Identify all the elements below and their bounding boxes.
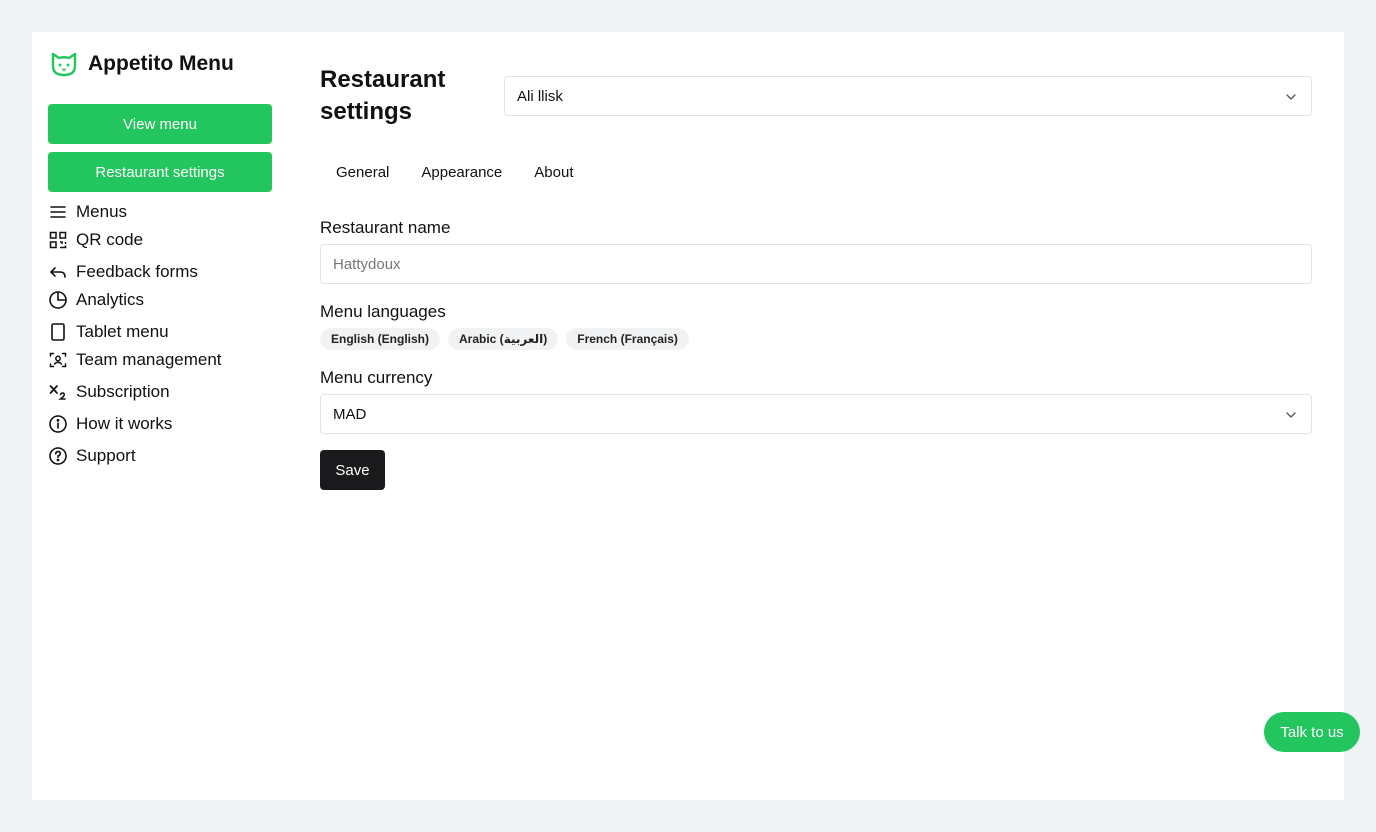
- app-card: Appetito Menu View menu Restaurant setti…: [32, 32, 1344, 800]
- settings-tabs: General Appearance About: [320, 156, 589, 188]
- brand-name: Appetito Menu: [88, 52, 234, 75]
- view-menu-button[interactable]: View menu: [48, 104, 272, 144]
- sidebar-item-feedback-forms[interactable]: Feedback forms: [48, 258, 198, 286]
- sidebar-item-label: Feedback forms: [76, 262, 198, 281]
- sidebar-item-analytics[interactable]: Analytics: [48, 286, 144, 314]
- hamburger-menu-icon: [48, 202, 68, 222]
- currency-select-value: MAD: [333, 405, 367, 423]
- save-button[interactable]: Save: [320, 450, 385, 490]
- sidebar-item-label: Subscription: [76, 382, 170, 401]
- language-chips: English (English) Arabic (العربية) Frenc…: [320, 328, 689, 350]
- sidebar-item-support[interactable]: Support: [48, 442, 136, 470]
- restaurant-name-input[interactable]: [320, 244, 1312, 284]
- sidebar-item-subscription[interactable]: Subscription: [48, 378, 170, 406]
- user-select-value: Ali llisk: [517, 87, 563, 105]
- sidebar-item-label: Team management: [76, 350, 222, 369]
- restaurant-name-label: Restaurant name: [320, 218, 451, 237]
- sidebar-item-label: How it works: [76, 414, 173, 433]
- sidebar-item-tablet-menu[interactable]: Tablet menu: [48, 318, 169, 346]
- chevron-down-icon: [1285, 90, 1297, 102]
- tab-appearance[interactable]: Appearance: [405, 156, 518, 188]
- user-select[interactable]: Ali llisk: [504, 76, 1312, 116]
- sidebar-item-label: Support: [76, 446, 136, 465]
- sidebar-item-label: Tablet menu: [76, 322, 169, 341]
- menu-languages-label: Menu languages: [320, 302, 446, 321]
- sidebar-item-label: QR code: [76, 230, 144, 249]
- sidebar-item-label: Menus: [76, 202, 128, 221]
- tab-about[interactable]: About: [518, 156, 589, 188]
- page-title: Restaurant settings: [320, 66, 446, 125]
- sidebar-item-label: Analytics: [76, 290, 145, 309]
- sidebar-item-qr-code[interactable]: QR code: [48, 226, 143, 254]
- talk-to-us-button[interactable]: Talk to us: [1264, 712, 1360, 752]
- brand: Appetito Menu: [48, 48, 234, 80]
- menu-currency-label: Menu currency: [320, 368, 433, 387]
- sidebar-item-team-management[interactable]: Team management: [48, 346, 222, 374]
- sidebar-item-menus[interactable]: Menus: [48, 198, 127, 226]
- tab-general[interactable]: General: [320, 156, 405, 188]
- info-icon: [48, 414, 68, 434]
- reply-arrow-icon: [48, 262, 68, 282]
- help-circle-icon: [48, 446, 68, 466]
- language-chip-french[interactable]: French (Français): [566, 328, 689, 350]
- language-chip-arabic[interactable]: Arabic (العربية): [448, 328, 559, 350]
- team-scan-icon: [48, 350, 68, 370]
- currency-select[interactable]: MAD: [320, 394, 1312, 434]
- subscript-icon: [48, 382, 68, 402]
- chevron-down-icon: [1285, 408, 1297, 420]
- sidebar-item-how-it-works[interactable]: How it works: [48, 410, 172, 438]
- tablet-icon: [48, 322, 68, 342]
- pie-chart-icon: [48, 290, 68, 310]
- cat-face-icon: [48, 48, 80, 80]
- language-chip-english[interactable]: English (English): [320, 328, 440, 350]
- qr-code-icon: [48, 230, 68, 250]
- restaurant-settings-button[interactable]: Restaurant settings: [48, 152, 272, 192]
